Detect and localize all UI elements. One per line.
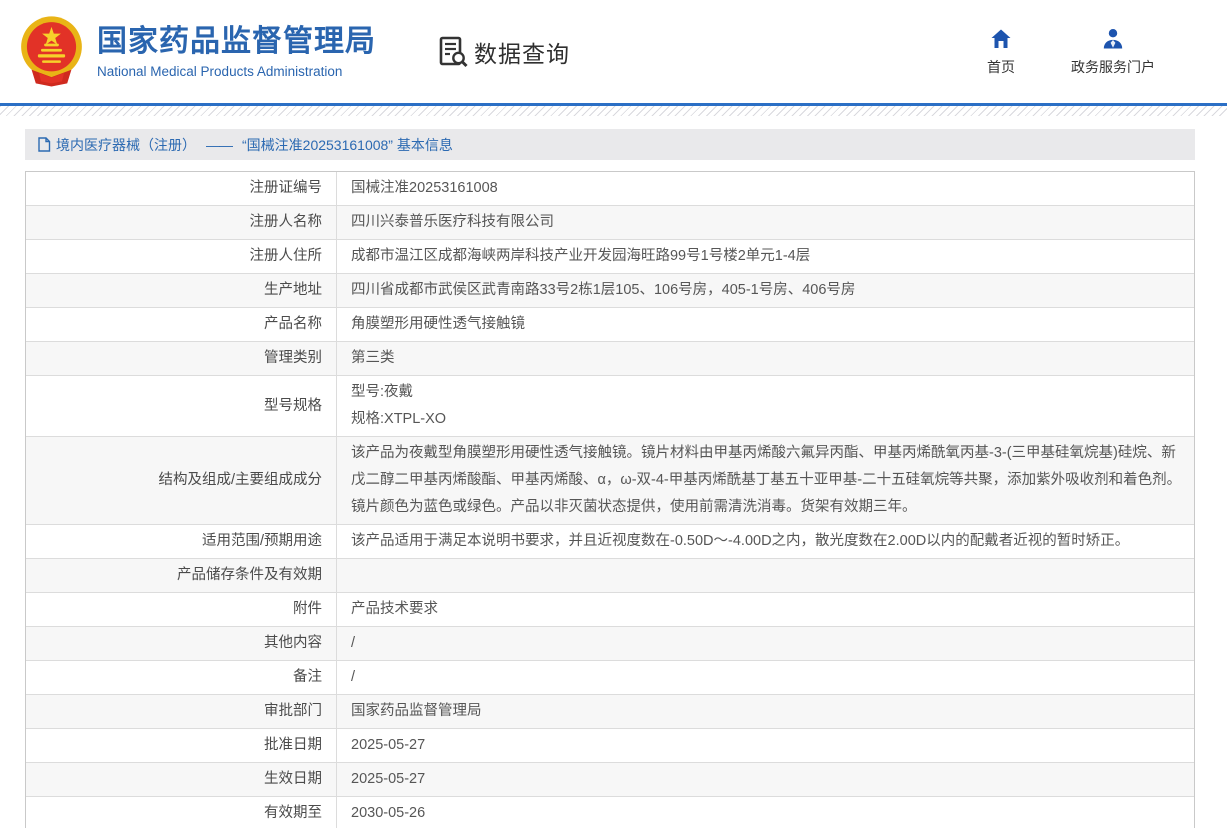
row-value: 国械注准20253161008 [336, 172, 1194, 205]
row-value: 产品技术要求 [336, 593, 1194, 626]
row-value: 四川兴泰普乐医疗科技有限公司 [336, 206, 1194, 239]
table-row: 附件产品技术要求 [26, 593, 1194, 627]
document-icon [37, 137, 51, 152]
document-search-icon [438, 36, 468, 68]
page-header: 国家药品监督管理局 National Medical Products Admi… [0, 0, 1227, 103]
table-row: 型号规格型号:夜戴 规格:XTPL-XO [26, 376, 1194, 437]
row-value: 型号:夜戴 规格:XTPL-XO [336, 376, 1194, 436]
row-label: 产品储存条件及有效期 [26, 559, 336, 592]
user-icon [1101, 27, 1125, 51]
table-row: 注册人名称四川兴泰普乐医疗科技有限公司 [26, 206, 1194, 240]
row-value: 成都市温江区成都海峡两岸科技产业开发园海旺路99号1号楼2单元1-4层 [336, 240, 1194, 273]
row-label: 注册人名称 [26, 206, 336, 239]
table-row: 备注/ [26, 661, 1194, 695]
row-label: 结构及组成/主要组成成分 [26, 437, 336, 524]
table-row: 审批部门国家药品监督管理局 [26, 695, 1194, 729]
hatched-divider [0, 106, 1227, 116]
row-label: 生效日期 [26, 763, 336, 796]
table-row: 生效日期2025-05-27 [26, 763, 1194, 797]
row-value: 该产品为夜戴型角膜塑形用硬性透气接触镜。镜片材料由甲基丙烯酸六氟异丙酯、甲基丙烯… [336, 437, 1194, 524]
breadcrumb-current: “国械注准20253161008” 基本信息 [242, 135, 453, 155]
row-value: / [336, 627, 1194, 660]
row-label: 附件 [26, 593, 336, 626]
breadcrumb-root-link[interactable]: 境内医疗器械（注册） [56, 135, 196, 155]
nav-home-label: 首页 [987, 57, 1015, 77]
breadcrumb-separator: —— [206, 137, 232, 153]
row-label: 有效期至 [26, 797, 336, 828]
table-row: 产品储存条件及有效期 [26, 559, 1194, 593]
table-row: 批准日期2025-05-27 [26, 729, 1194, 763]
top-navigation: 首页 政务服务门户 [959, 27, 1183, 77]
table-row: 有效期至2030-05-26 [26, 797, 1194, 828]
row-value: 角膜塑形用硬性透气接触镜 [336, 308, 1194, 341]
table-row: 结构及组成/主要组成成分该产品为夜戴型角膜塑形用硬性透气接触镜。镜片材料由甲基丙… [26, 437, 1194, 525]
table-row: 其他内容/ [26, 627, 1194, 661]
row-label: 适用范围/预期用途 [26, 525, 336, 558]
row-value: 2025-05-27 [336, 729, 1194, 762]
data-query-home[interactable]: 数据查询 [438, 35, 570, 69]
breadcrumb: 境内医疗器械（注册） —— “国械注准20253161008” 基本信息 [25, 129, 1195, 160]
nav-gov-portal[interactable]: 政务服务门户 [1043, 27, 1183, 77]
row-label: 备注 [26, 661, 336, 694]
table-row: 注册证编号国械注准20253161008 [26, 172, 1194, 206]
row-label: 产品名称 [26, 308, 336, 341]
row-value: 国家药品监督管理局 [336, 695, 1194, 728]
page-title: 数据查询 [474, 35, 570, 69]
row-value: 2025-05-27 [336, 763, 1194, 796]
row-value: 第三类 [336, 342, 1194, 375]
nav-gov-portal-label: 政务服务门户 [1071, 57, 1155, 77]
row-value: 该产品适用于满足本说明书要求，并且近视度数在-0.50D～-4.00D之内，散光… [336, 525, 1194, 558]
registration-info-table: 注册证编号国械注准20253161008 注册人名称四川兴泰普乐医疗科技有限公司… [25, 171, 1195, 828]
row-value: / [336, 661, 1194, 694]
table-row: 生产地址四川省成都市武侯区武青南路33号2栋1层105、106号房，405-1号… [26, 274, 1194, 308]
row-label: 其他内容 [26, 627, 336, 660]
row-value [336, 559, 1194, 592]
row-label: 注册证编号 [26, 172, 336, 205]
table-row: 适用范围/预期用途该产品适用于满足本说明书要求，并且近视度数在-0.50D～-4… [26, 525, 1194, 559]
row-label: 生产地址 [26, 274, 336, 307]
row-value: 四川省成都市武侯区武青南路33号2栋1层105、106号房，405-1号房、40… [336, 274, 1194, 307]
agency-subtitle: National Medical Products Administration [97, 64, 376, 79]
table-row: 产品名称角膜塑形用硬性透气接触镜 [26, 308, 1194, 342]
row-value: 2030-05-26 [336, 797, 1194, 828]
table-row: 管理类别第三类 [26, 342, 1194, 376]
national-emblem-icon [18, 13, 85, 91]
row-label: 型号规格 [26, 376, 336, 436]
row-label: 批准日期 [26, 729, 336, 762]
home-icon [989, 27, 1013, 51]
nav-home[interactable]: 首页 [959, 27, 1043, 77]
row-label: 注册人住所 [26, 240, 336, 273]
row-label: 管理类别 [26, 342, 336, 375]
agency-title: 国家药品监督管理局 [97, 25, 376, 59]
nmpa-logo[interactable]: 国家药品监督管理局 National Medical Products Admi… [18, 13, 376, 91]
table-row: 注册人住所成都市温江区成都海峡两岸科技产业开发园海旺路99号1号楼2单元1-4层 [26, 240, 1194, 274]
row-label: 审批部门 [26, 695, 336, 728]
main-content: 境内医疗器械（注册） —— “国械注准20253161008” 基本信息 注册证… [25, 129, 1195, 828]
